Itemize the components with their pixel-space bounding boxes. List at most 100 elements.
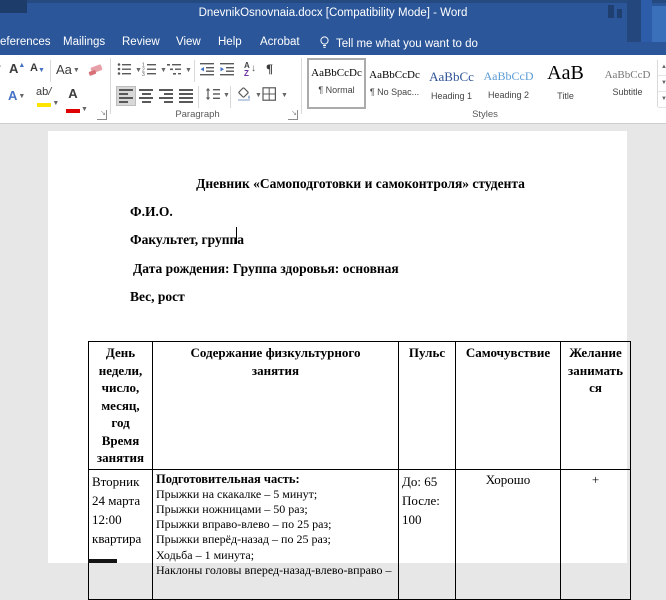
align-center-button[interactable] (138, 87, 154, 103)
header-content: Содержание физкультурногозанятия (153, 342, 399, 470)
style-label: Heading 2 (481, 90, 536, 100)
window-top-strip (0, 0, 666, 3)
separator (194, 60, 195, 82)
style-label: Title (538, 91, 593, 101)
style-heading1[interactable]: AaBbCc Heading 1 (424, 60, 479, 107)
group-separator (110, 58, 111, 114)
borders-dropdown[interactable]: ▼ (281, 92, 288, 99)
style-heading2[interactable]: AaBbCcD Heading 2 (481, 60, 536, 107)
tell-me-label: Tell me what you want to do (336, 38, 478, 50)
style-sample: AaBbCcD (600, 69, 655, 81)
align-left-button[interactable] (116, 86, 136, 106)
line-spacing-dropdown[interactable]: ▼ (223, 92, 230, 99)
clear-formatting-button[interactable] (88, 61, 104, 77)
cell-content-heading: Подготовительная часть: (156, 472, 395, 487)
justify-button[interactable] (178, 87, 194, 103)
change-case-button[interactable]: Aa▼ (56, 62, 80, 77)
paragraph-dialog-launcher[interactable]: ↘ (288, 110, 298, 120)
shrink-font-button[interactable]: A▼ (30, 62, 45, 74)
tab-review[interactable]: Review (122, 36, 160, 48)
window-header: DnevnikOsnovnaia.docx [Compatibility Mod… (0, 0, 666, 55)
styles-group-label: Styles (430, 109, 540, 120)
window-title: DnevnikOsnovnaia.docx [Compatibility Mod… (0, 7, 666, 19)
separator (230, 86, 231, 108)
cell-content-lines: Прыжки на скакалке – 5 минут;Прыжки ножн… (156, 487, 395, 578)
font-color-button[interactable]: A ▼ (66, 86, 88, 116)
document-canvas: Дневник «Самоподготовки и самоконтроля» … (0, 124, 666, 563)
lightbulb-icon (320, 36, 329, 49)
group-separator (301, 58, 302, 114)
shading-button[interactable] (237, 87, 253, 103)
tab-references[interactable]: eferences (0, 36, 51, 48)
line-spacing-button[interactable] (205, 87, 221, 103)
doc-line-faculty: Факультет, группа (130, 232, 244, 248)
separator (198, 86, 199, 108)
shading-dropdown[interactable]: ▼ (255, 92, 262, 99)
cell-feeling: Хорошо (456, 469, 561, 599)
header-pulse: Пульс (399, 342, 456, 470)
diary-table: Деньнедели,число,месяц,годВремязанятия С… (88, 341, 631, 600)
svg-text:3: 3 (142, 72, 145, 76)
cell-content: Подготовительная часть: Прыжки на скакал… (153, 469, 399, 599)
font-size-box-edge[interactable]: ˅ (0, 63, 1, 73)
cell-pulse: До: 65После:100 (399, 469, 456, 599)
style-sample: AaBbCc (424, 69, 479, 85)
show-paragraph-marks-button[interactable]: ¶ (266, 61, 273, 77)
table-header-row: Деньнедели,число,месяц,годВремязанятия С… (89, 342, 631, 470)
styles-scroll-down-icon[interactable]: ▼ (658, 76, 666, 92)
multilevel-list-button[interactable] (167, 62, 183, 78)
style-title[interactable]: AaB Title (538, 60, 593, 107)
text-effects-button[interactable]: A▼ (8, 88, 25, 103)
style-sample: AaBbCcD (481, 69, 536, 84)
bullets-dropdown[interactable]: ▼ (135, 67, 142, 74)
header-desire: Желаниезаниматься (561, 342, 631, 470)
increase-indent-button[interactable] (220, 62, 236, 78)
numbering-button[interactable]: 123 (142, 62, 158, 78)
font-dialog-launcher[interactable]: ↘ (97, 110, 107, 120)
sort-button[interactable]: A Z ↓ (244, 61, 260, 77)
style-subtitle[interactable]: AaBbCcD Subtitle (600, 60, 655, 107)
tab-view[interactable]: View (176, 36, 201, 48)
styles-gallery-scroll[interactable]: ▲ ▼ ▼ (657, 60, 666, 107)
cell-desire: + (561, 469, 631, 599)
style-label: Heading 1 (424, 91, 479, 101)
style-no-spacing[interactable]: AaBbCcDc ¶ No Spac... (367, 60, 422, 107)
doc-line-weight: Вес, рост (130, 289, 185, 305)
bullets-button[interactable] (117, 62, 133, 78)
bottom-edge-mark (88, 559, 117, 563)
document-page[interactable]: Дневник «Самоподготовки и самоконтроля» … (48, 131, 627, 563)
borders-button[interactable] (262, 87, 278, 103)
tab-mailings[interactable]: Mailings (63, 36, 105, 48)
multilevel-dropdown[interactable]: ▼ (185, 67, 192, 74)
tab-help[interactable]: Help (218, 36, 242, 48)
highlight-color-button[interactable]: ab/ ▼ (36, 86, 59, 110)
tell-me-box[interactable]: Tell me what you want to do (320, 36, 478, 50)
style-label: Subtitle (600, 87, 655, 97)
header-feeling: Самочувствие (456, 342, 561, 470)
style-normal[interactable]: AaBbCcDc ¶ Normal (307, 58, 366, 109)
text-cursor (236, 227, 237, 244)
separator (50, 60, 51, 82)
styles-more-icon[interactable]: ▼ (658, 92, 666, 108)
style-label: ¶ Normal (309, 85, 364, 95)
doc-line-birth: Дата рождения: Группа здоровья: основная (133, 261, 399, 277)
align-right-button[interactable] (158, 87, 174, 103)
table-data-row: Вторник24 марта12:00квартира Подготовите… (89, 469, 631, 599)
doc-title: Дневник «Самоподготовки и самоконтроля» … (48, 176, 627, 192)
header-day: Деньнедели,число,месяц,годВремязанятия (89, 342, 153, 470)
doc-line-fio: Ф.И.О. (130, 204, 173, 220)
styles-scroll-up-icon[interactable]: ▲ (658, 60, 666, 76)
grow-font-button[interactable]: A▲ (9, 61, 25, 76)
tab-acrobat[interactable]: Acrobat (260, 36, 300, 48)
ribbon: ˅ A▲ A▼ Aa▼ A▼ ab/ ▼ A ▼ ↘ ▼ 123 ▼ ▼ A Z… (0, 55, 666, 124)
numbering-dropdown[interactable]: ▼ (160, 67, 167, 74)
style-sample: AaBbCcDc (367, 69, 422, 81)
paragraph-group-label: Paragraph (150, 109, 245, 120)
style-sample: AaB (538, 62, 593, 85)
style-sample: AaBbCcDc (309, 67, 364, 79)
font-color-bar (66, 109, 80, 113)
cell-day: Вторник24 марта12:00квартира (89, 469, 153, 599)
highlight-color-bar (37, 103, 51, 107)
decrease-indent-button[interactable] (200, 62, 216, 78)
style-label: ¶ No Spac... (367, 87, 422, 97)
